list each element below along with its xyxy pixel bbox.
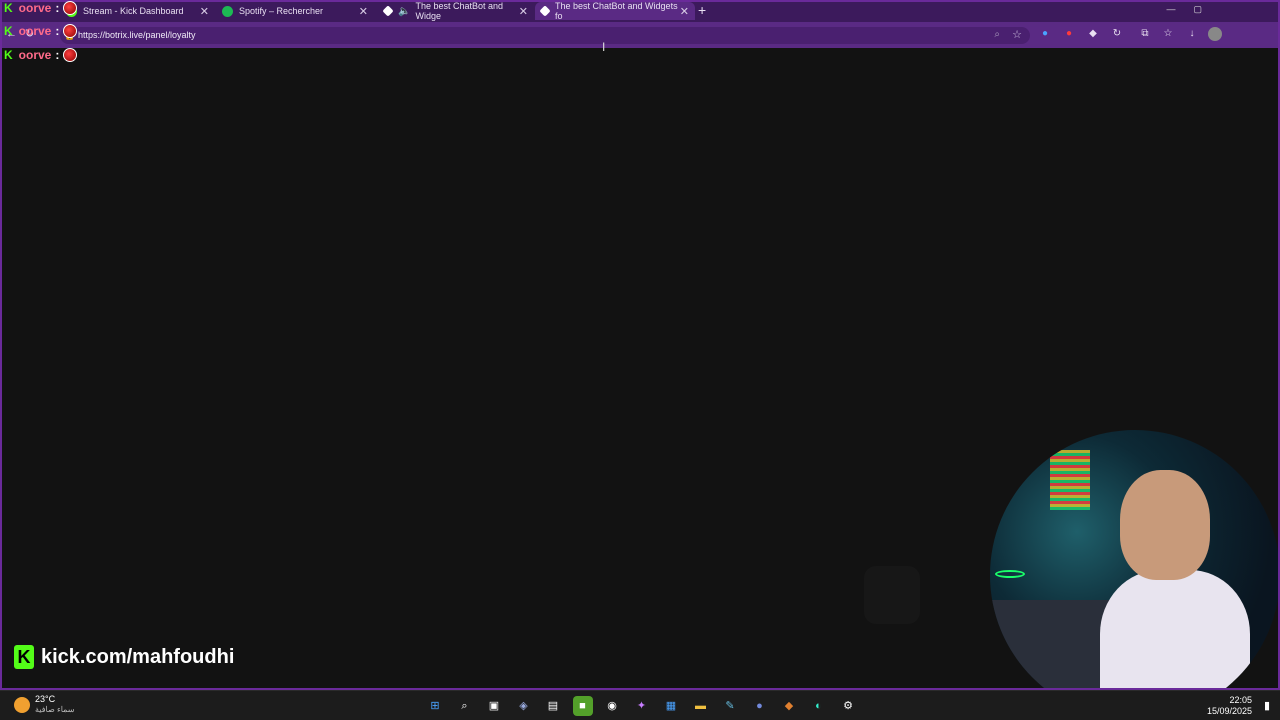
tab-botrix-2[interactable]: The best ChatBot and Widgets fo ✕	[535, 1, 695, 21]
webcam-feed	[990, 430, 1280, 720]
faded-logo	[864, 566, 920, 624]
weather-widget[interactable]: 23°C سماء صافية	[14, 694, 75, 715]
copilot-icon[interactable]: ●	[1038, 27, 1052, 41]
emote-icon	[63, 24, 78, 38]
app-icon[interactable]: ◉	[602, 696, 622, 716]
speaker-icon[interactable]: 🔈	[398, 6, 410, 17]
kick-icon: K	[4, 24, 13, 38]
discord-icon[interactable]: ●	[750, 696, 770, 716]
chat-username: oorve	[18, 48, 52, 62]
kick-icon: K	[4, 48, 13, 62]
botrix-icon	[382, 5, 394, 17]
botrix-icon	[539, 5, 551, 17]
clock-date: 15/09/2025	[1206, 706, 1252, 716]
chat-username: oorve	[18, 1, 52, 15]
favorites-icon[interactable]: ☆	[1161, 27, 1175, 41]
weather-condition: سماء صافية	[35, 705, 75, 714]
zoom-icon[interactable]: ⌕	[994, 29, 1000, 40]
app-icon[interactable]: ■	[572, 696, 593, 716]
extensions-icon[interactable]: ⧉	[1138, 27, 1152, 41]
chat-username: oorve	[18, 24, 52, 38]
edge-icon[interactable]: ◐	[809, 696, 829, 716]
system-clock[interactable]: 22:05 15/09/2025	[1207, 695, 1252, 717]
new-tab-button[interactable]: +	[698, 2, 706, 18]
extension-red-icon[interactable]: ●	[1062, 27, 1076, 41]
led-equipment	[1050, 450, 1090, 510]
app-icon[interactable]: ✎	[720, 696, 740, 716]
search-icon[interactable]: ⌕	[455, 696, 475, 716]
emote-icon	[63, 48, 78, 62]
chat-line: K oorve :	[4, 1, 78, 15]
green-light	[995, 570, 1025, 578]
spotify-icon	[222, 5, 233, 17]
kick-icon: K	[4, 1, 13, 15]
app-icon[interactable]: ▤	[543, 696, 563, 716]
refresh-icon[interactable]: ↻	[1110, 27, 1124, 41]
task-view-icon[interactable]: ▣	[484, 696, 504, 716]
close-icon[interactable]: ✕	[519, 5, 528, 18]
clock-time: 22:05	[1229, 695, 1252, 705]
browser-tab-strip: Stream - Kick Dashboard ✕ Spotify – Rech…	[0, 0, 1280, 22]
text-cursor-icon: I	[602, 40, 606, 54]
app-icon[interactable]: ◆	[779, 696, 799, 716]
tab-label: The best ChatBot and Widgets fo	[555, 1, 678, 21]
tab-label: Stream - Kick Dashboard	[83, 6, 184, 16]
chat-separator: :	[55, 1, 60, 15]
tab-label: The best ChatBot and Widge	[415, 1, 504, 21]
emote-icon	[63, 1, 78, 15]
tab-label: Spotify – Rechercher	[239, 6, 324, 16]
tab-spotify[interactable]: Spotify – Rechercher ✕	[216, 2, 374, 20]
chat-line: K oorve :	[4, 48, 78, 62]
chat-separator: :	[55, 24, 60, 38]
channel-url-overlay: K kick.com/mahfoudhi	[14, 645, 234, 669]
chat-line: K oorve :	[4, 24, 78, 38]
address-bar[interactable]: 🔒 https://botrix.live/panel/loyalty ⌕ ☆	[60, 27, 1030, 44]
close-icon[interactable]: ✕	[200, 5, 209, 18]
streamer-head	[1120, 470, 1210, 580]
tab-botrix-1[interactable]: 🔈 The best ChatBot and Widge ✕	[378, 1, 534, 21]
app-icon[interactable]: ◈	[514, 696, 534, 716]
copilot-icon[interactable]: ✦	[632, 696, 652, 716]
chat-separator: :	[55, 48, 60, 62]
windows-taskbar: 23°C سماء صافية ⊞ ⌕ ▣ ◈ ▤ ■ ◉ ✦ ▦ ▬ ✎ ● …	[0, 690, 1280, 720]
download-icon[interactable]: ↓	[1185, 27, 1199, 41]
url-text: https://botrix.live/panel/loyalty	[78, 30, 196, 40]
extension-diamond-icon[interactable]: ◆	[1086, 27, 1100, 41]
weather-icon	[14, 696, 30, 713]
close-icon[interactable]: ✕	[359, 5, 368, 18]
window-controls[interactable]: —▢	[1166, 4, 1220, 15]
weather-temp: 23°C	[35, 694, 56, 704]
channel-url-text: kick.com/mahfoudhi	[41, 645, 235, 668]
profile-avatar[interactable]	[1208, 27, 1222, 41]
tab-kick-dashboard[interactable]: Stream - Kick Dashboard ✕	[60, 2, 215, 20]
app-icon[interactable]: ▦	[661, 696, 681, 716]
start-icon[interactable]: ⊞	[425, 696, 445, 716]
taskbar-apps: ⊞ ⌕ ▣ ◈ ▤ ■ ◉ ✦ ▦ ▬ ✎ ● ◆ ◐ ⚙	[425, 696, 868, 716]
notification-icon[interactable]: ▮	[1264, 699, 1270, 712]
settings-icon[interactable]: ⚙	[838, 696, 858, 716]
folder-icon[interactable]: ▬	[691, 696, 711, 716]
favorite-star-icon[interactable]: ☆	[1012, 28, 1022, 41]
kick-logo-icon: K	[14, 645, 34, 669]
close-icon[interactable]: ✕	[680, 5, 689, 18]
